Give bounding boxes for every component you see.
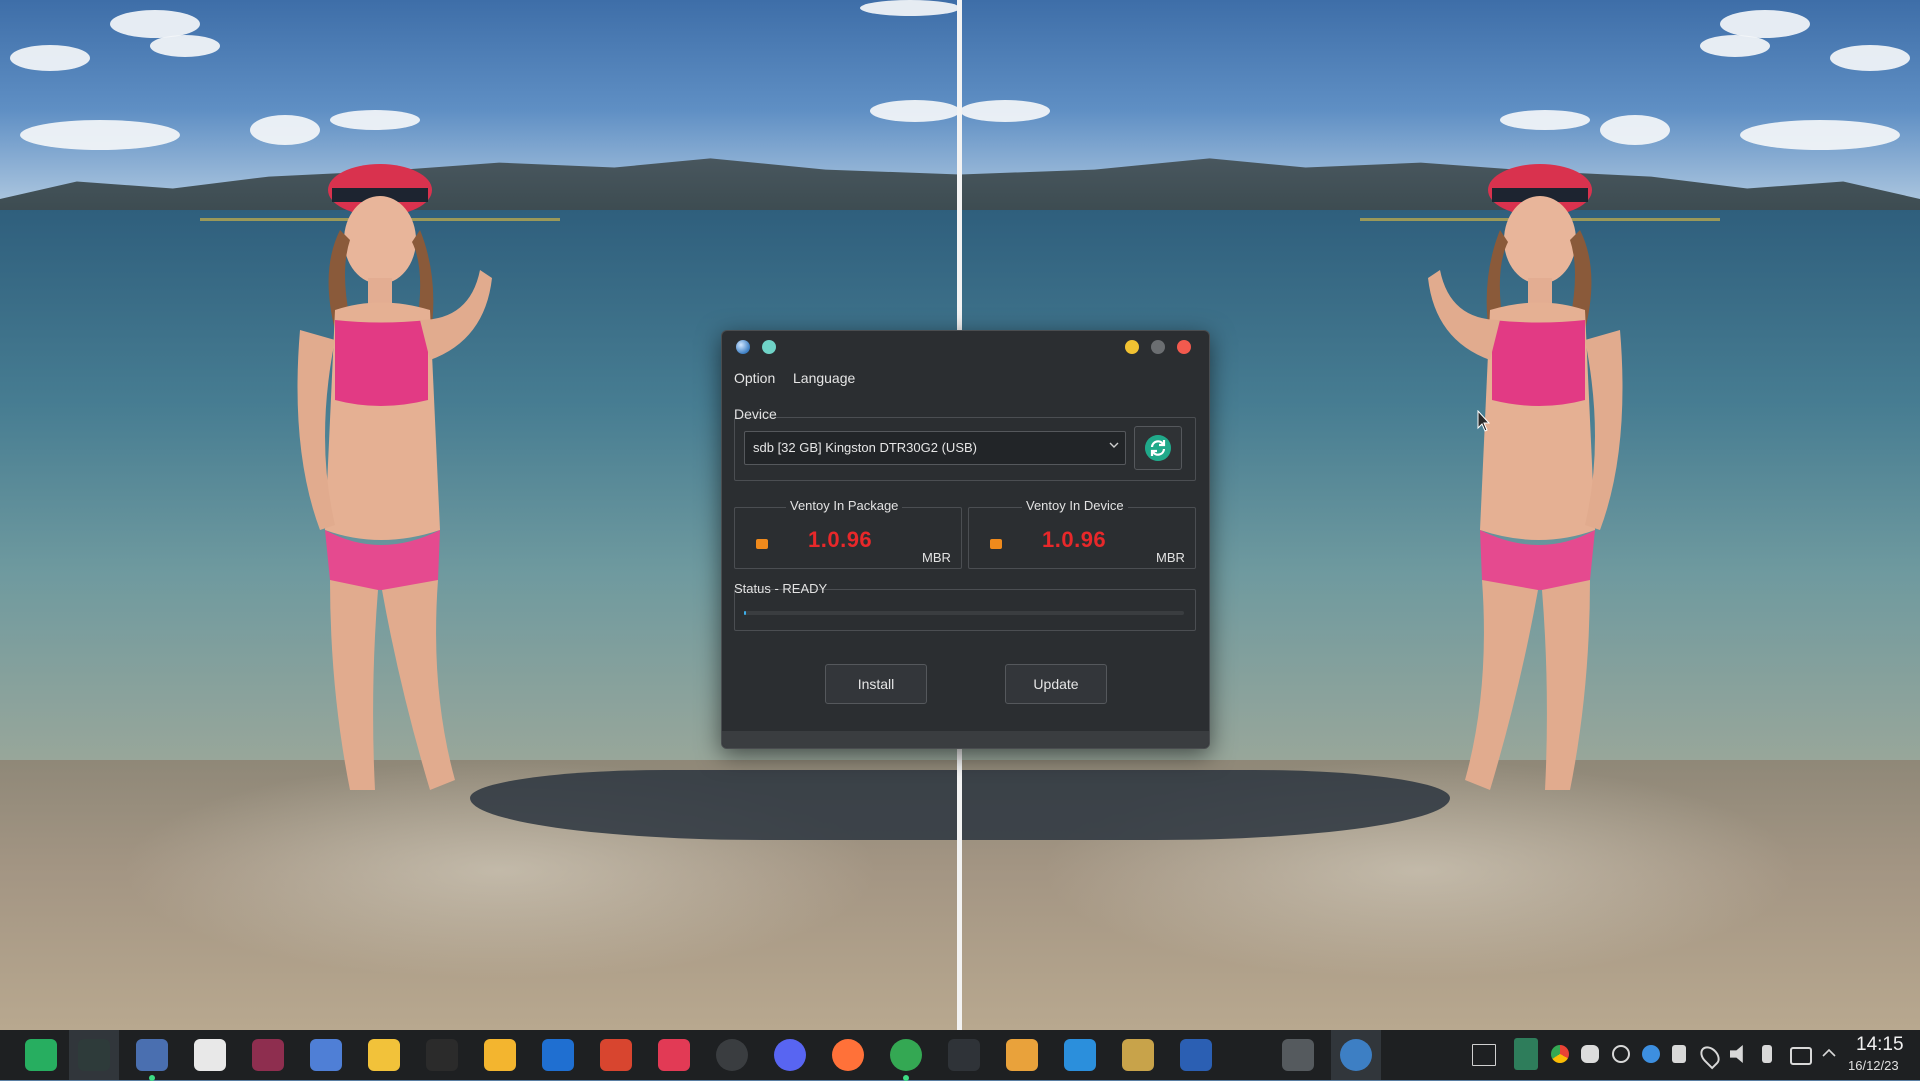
install-button[interactable]: Install (825, 664, 927, 704)
updates-tray-icon[interactable] (1612, 1045, 1630, 1063)
cloud (1830, 45, 1910, 71)
files-icon[interactable] (484, 1039, 516, 1071)
cloud (150, 35, 220, 57)
archive-icon[interactable] (1006, 1039, 1038, 1071)
volume-icon[interactable] (1730, 1045, 1743, 1063)
cloud (1700, 35, 1770, 57)
terminal-icon[interactable] (948, 1039, 980, 1071)
cloud (860, 0, 960, 16)
person-figure (297, 164, 492, 790)
notes-icon[interactable] (310, 1039, 342, 1071)
menu-bar: Option Language (722, 365, 1209, 391)
chevron-down-icon (1109, 442, 1119, 448)
chrome-tray-icon[interactable] (1551, 1045, 1569, 1063)
cloud (20, 120, 180, 150)
secure-boot-lock-icon (756, 539, 768, 549)
device-select[interactable]: sdb [32 GB] Kingston DTR30G2 (USB) (744, 431, 1126, 465)
ventoy-in-package-label: Ventoy In Package (786, 498, 903, 513)
person-figure (1428, 164, 1623, 790)
refresh-icon (1145, 435, 1171, 461)
video-editor-icon[interactable] (1282, 1039, 1314, 1071)
window-footer (722, 731, 1209, 748)
device-select-value: sdb [32 GB] Kingston DTR30G2 (USB) (753, 440, 977, 455)
ventoy-window: Option Language Device sdb [32 GB] Kings… (721, 330, 1210, 749)
cloud (960, 100, 1050, 122)
menu-language[interactable]: Language (793, 370, 855, 386)
package-version: 1.0.96 (808, 527, 873, 552)
secure-boot-lock-icon (990, 539, 1002, 549)
location-tray-icon[interactable] (1696, 1042, 1724, 1070)
device-partition-style: MBR (1156, 550, 1185, 565)
virtualbox-icon[interactable] (136, 1039, 168, 1071)
discord-icon[interactable] (774, 1039, 806, 1071)
usb-drive-tray-icon[interactable] (1762, 1045, 1772, 1063)
vpn-tray-icon[interactable] (1514, 1038, 1538, 1070)
running-indicator (149, 1075, 155, 1081)
cloud (870, 100, 960, 122)
clipboard-tray-icon[interactable] (1672, 1045, 1686, 1063)
clock-date[interactable]: 16/12/23 (1848, 1058, 1899, 1073)
ventoy-app-icon (736, 340, 750, 354)
ventoy-in-device-label: Ventoy In Device (1022, 498, 1128, 513)
system-monitor-icon[interactable] (78, 1039, 110, 1071)
pin-icon[interactable] (762, 340, 776, 354)
minimize-button[interactable] (1125, 340, 1139, 354)
clock-time[interactable]: 14:15 (1856, 1034, 1904, 1056)
close-button[interactable] (1177, 340, 1191, 354)
media-player-icon[interactable] (252, 1039, 284, 1071)
progress-bar (744, 611, 1184, 615)
file-manager-icon[interactable] (368, 1039, 400, 1071)
progress-fill (744, 611, 746, 615)
cloud (110, 10, 200, 38)
cloud (1740, 120, 1900, 150)
title-bar[interactable] (722, 331, 1209, 365)
package-partition-style: MBR (922, 550, 951, 565)
device-version: 1.0.96 (1042, 527, 1107, 552)
mouse-cursor-icon (1477, 410, 1491, 432)
cloud (250, 115, 320, 145)
cloud (1720, 10, 1810, 38)
maximize-button[interactable] (1151, 340, 1165, 354)
chrome-icon[interactable] (890, 1039, 922, 1071)
vscode-icon[interactable] (1064, 1039, 1096, 1071)
chevron-up-icon[interactable] (1822, 1048, 1836, 1058)
outlook-icon[interactable] (542, 1039, 574, 1071)
info-tray-icon[interactable] (1642, 1045, 1660, 1063)
media-play-icon[interactable] (658, 1039, 690, 1071)
cloud (1500, 110, 1590, 130)
refresh-button[interactable] (1134, 426, 1182, 470)
cloud (1600, 115, 1670, 145)
taskbar: 14:15 16/12/23 (0, 1030, 1920, 1081)
device-label: Device (734, 406, 777, 422)
update-button[interactable]: Update (1005, 664, 1107, 704)
cloud (10, 45, 90, 71)
show-desktop-icon[interactable] (1472, 1044, 1496, 1066)
firefox-icon[interactable] (832, 1039, 864, 1071)
office-icon[interactable] (600, 1039, 632, 1071)
discord-tray-icon[interactable] (1581, 1045, 1599, 1063)
cloud (330, 110, 420, 130)
software-store-icon[interactable] (194, 1039, 226, 1071)
network-icon[interactable] (1790, 1047, 1812, 1065)
aperture-icon[interactable] (716, 1039, 748, 1071)
inkscape-icon[interactable] (426, 1039, 458, 1071)
app-launcher-icon[interactable] (25, 1039, 57, 1071)
ventoy-icon[interactable] (1340, 1039, 1372, 1071)
menu-option[interactable]: Option (734, 370, 775, 386)
word-icon[interactable] (1180, 1039, 1212, 1071)
running-indicator (903, 1075, 909, 1081)
package-icon[interactable] (1122, 1039, 1154, 1071)
status-label: Status - READY (734, 581, 828, 596)
